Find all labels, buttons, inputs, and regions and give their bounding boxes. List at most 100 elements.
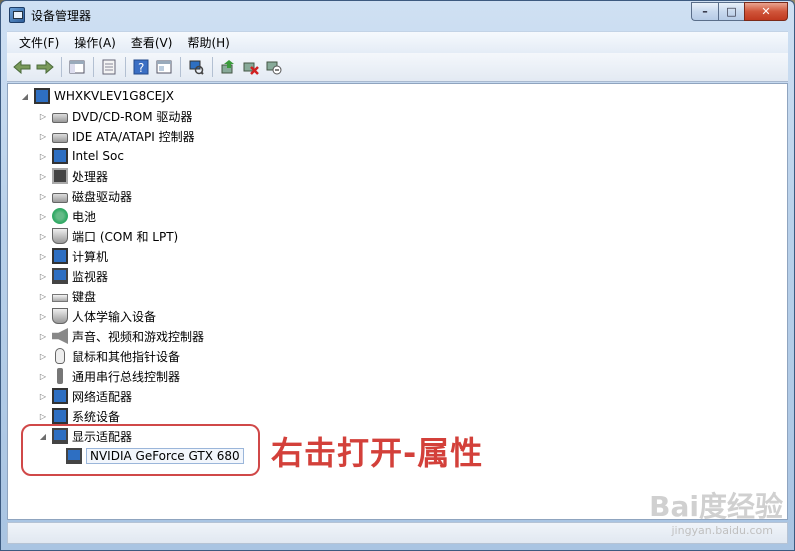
intel-soc-icon bbox=[52, 148, 68, 164]
expand-arrow-icon[interactable]: ▷ bbox=[38, 131, 48, 141]
tree-item-battery[interactable]: ▷ 电池 bbox=[38, 206, 96, 226]
toolbar: ? bbox=[7, 53, 788, 82]
scan-hardware-icon[interactable] bbox=[185, 56, 207, 78]
tree-item-label: 监视器 bbox=[72, 269, 109, 284]
annotation-highlight-box bbox=[21, 424, 260, 476]
tree-item-sound[interactable]: ▷ 声音、视频和游戏控制器 bbox=[38, 326, 204, 346]
port-icon bbox=[52, 228, 68, 244]
tree-item-intel-soc[interactable]: ▷ Intel Soc bbox=[38, 146, 124, 166]
battery-icon bbox=[52, 208, 68, 224]
forward-arrow-icon[interactable] bbox=[34, 56, 56, 78]
menu-file[interactable]: 文件(F) bbox=[13, 34, 65, 51]
keyboard-icon bbox=[52, 294, 68, 302]
tree-item-label: 系统设备 bbox=[72, 409, 121, 424]
tree-item-mouse[interactable]: ▷ 鼠标和其他指针设备 bbox=[38, 346, 180, 366]
expand-arrow-icon[interactable]: ▷ bbox=[38, 391, 48, 401]
disk-drive-icon bbox=[52, 193, 68, 203]
network-adapter-icon bbox=[52, 388, 68, 404]
tree-item-label: 计算机 bbox=[72, 249, 109, 264]
expand-arrow-icon[interactable]: ▷ bbox=[38, 251, 48, 261]
show-hide-tree-icon[interactable] bbox=[66, 56, 88, 78]
disable-device-icon[interactable] bbox=[263, 56, 285, 78]
tree-item-processor[interactable]: ▷ 处理器 bbox=[38, 166, 108, 186]
expand-arrow-icon[interactable]: ▷ bbox=[38, 111, 48, 121]
monitor-icon bbox=[52, 268, 68, 284]
speaker-icon bbox=[52, 328, 68, 344]
expand-arrow-icon[interactable]: ▷ bbox=[38, 231, 48, 241]
properties-icon[interactable] bbox=[98, 56, 120, 78]
expand-arrow-icon[interactable]: ▷ bbox=[38, 211, 48, 221]
ide-controller-icon bbox=[52, 133, 68, 143]
tree-item-hid[interactable]: ▷ 人体学输入设备 bbox=[38, 306, 156, 326]
maximize-button[interactable]: □ bbox=[718, 2, 744, 21]
expand-arrow-icon[interactable]: ▷ bbox=[38, 331, 48, 341]
expand-arrow-icon[interactable]: ▷ bbox=[38, 171, 48, 181]
expand-arrow-icon[interactable]: ▷ bbox=[38, 371, 48, 381]
tree-item-dvd[interactable]: ▷ DVD/CD-ROM 驱动器 bbox=[38, 106, 193, 126]
tree-item-label: 电池 bbox=[72, 209, 97, 224]
tree-item-label: 磁盘驱动器 bbox=[72, 189, 133, 204]
toolbar-separator bbox=[125, 57, 126, 77]
tree-item-computer[interactable]: ▷ 计算机 bbox=[38, 246, 108, 266]
tree-item-label: 声音、视频和游戏控制器 bbox=[72, 329, 205, 344]
minimize-button[interactable]: – bbox=[691, 2, 718, 21]
hid-icon bbox=[52, 308, 68, 324]
toolbar-separator bbox=[180, 57, 181, 77]
dvd-drive-icon bbox=[52, 113, 68, 123]
expand-arrow-icon[interactable]: ▷ bbox=[38, 291, 48, 301]
uninstall-icon[interactable] bbox=[240, 56, 262, 78]
tree-item-monitor[interactable]: ▷ 监视器 bbox=[38, 266, 108, 286]
menu-view[interactable]: 查看(V) bbox=[125, 34, 179, 51]
expand-arrow-icon[interactable]: ▷ bbox=[38, 151, 48, 161]
menu-action[interactable]: 操作(A) bbox=[68, 34, 122, 51]
window-title: 设备管理器 bbox=[31, 8, 92, 23]
back-arrow-icon[interactable] bbox=[11, 56, 33, 78]
tree-item-label: 通用串行总线控制器 bbox=[72, 369, 181, 384]
toolbar-separator bbox=[93, 57, 94, 77]
tree-item-label: 键盘 bbox=[72, 289, 97, 304]
expand-arrow-icon[interactable]: ▷ bbox=[38, 351, 48, 361]
root-label: WHXKVLEV1G8CEJX bbox=[54, 89, 174, 103]
help-icon[interactable]: ? bbox=[130, 56, 152, 78]
tree-item-label: 鼠标和其他指针设备 bbox=[72, 349, 181, 364]
tree-root[interactable]: ◢ WHXKVLEV1G8CEJX bbox=[20, 86, 174, 106]
close-button[interactable]: ✕ bbox=[744, 2, 788, 21]
tree-item-label: 处理器 bbox=[72, 169, 109, 184]
tree-item-label: DVD/CD-ROM 驱动器 bbox=[72, 109, 193, 124]
menu-help[interactable]: 帮助(H) bbox=[181, 34, 235, 51]
computer-icon bbox=[52, 248, 68, 264]
update-driver-icon[interactable] bbox=[217, 56, 239, 78]
usb-icon bbox=[57, 368, 63, 384]
tree-item-usb[interactable]: ▷ 通用串行总线控制器 bbox=[38, 366, 180, 386]
tree-item-disk[interactable]: ▷ 磁盘驱动器 bbox=[38, 186, 132, 206]
annotation-text: 右击打开-属性 bbox=[271, 434, 484, 472]
expand-arrow-icon[interactable]: ▷ bbox=[38, 191, 48, 201]
expand-arrow-icon[interactable]: ▷ bbox=[38, 311, 48, 321]
computer-icon bbox=[34, 88, 50, 104]
tree-item-label: IDE ATA/ATAPI 控制器 bbox=[72, 129, 195, 144]
svg-text:?: ? bbox=[138, 61, 144, 75]
baidu-watermark: Bai度经验 bbox=[649, 490, 783, 523]
expand-arrow-icon[interactable]: ▷ bbox=[38, 411, 48, 421]
baidu-watermark-url: jingyan.baidu.com bbox=[671, 524, 773, 537]
system-device-icon bbox=[52, 408, 68, 424]
tree-item-keyboard[interactable]: ▷ 键盘 bbox=[38, 286, 96, 306]
tree-item-ports[interactable]: ▷ 端口 (COM 和 LPT) bbox=[38, 226, 178, 246]
collapse-arrow-icon[interactable]: ◢ bbox=[20, 91, 30, 101]
tree-item-ide[interactable]: ▷ IDE ATA/ATAPI 控制器 bbox=[38, 126, 195, 146]
menu-bar: 文件(F) 操作(A) 查看(V) 帮助(H) bbox=[7, 31, 788, 53]
toolbar-separator bbox=[212, 57, 213, 77]
tree-item-label: Intel Soc bbox=[72, 149, 124, 163]
device-manager-icon bbox=[9, 7, 25, 23]
mouse-icon bbox=[55, 348, 65, 364]
toolbar-separator bbox=[61, 57, 62, 77]
tree-item-label: 网络适配器 bbox=[72, 389, 133, 404]
expand-arrow-icon[interactable]: ▷ bbox=[38, 271, 48, 281]
tree-item-network[interactable]: ▷ 网络适配器 bbox=[38, 386, 132, 406]
title-bar: 设备管理器 – □ ✕ bbox=[1, 1, 794, 29]
processor-icon bbox=[52, 168, 68, 184]
view-window-icon[interactable] bbox=[153, 56, 175, 78]
tree-item-label: 端口 (COM 和 LPT) bbox=[72, 229, 179, 244]
tree-item-system[interactable]: ▷ 系统设备 bbox=[38, 406, 120, 426]
tree-item-label: 人体学输入设备 bbox=[72, 309, 157, 324]
